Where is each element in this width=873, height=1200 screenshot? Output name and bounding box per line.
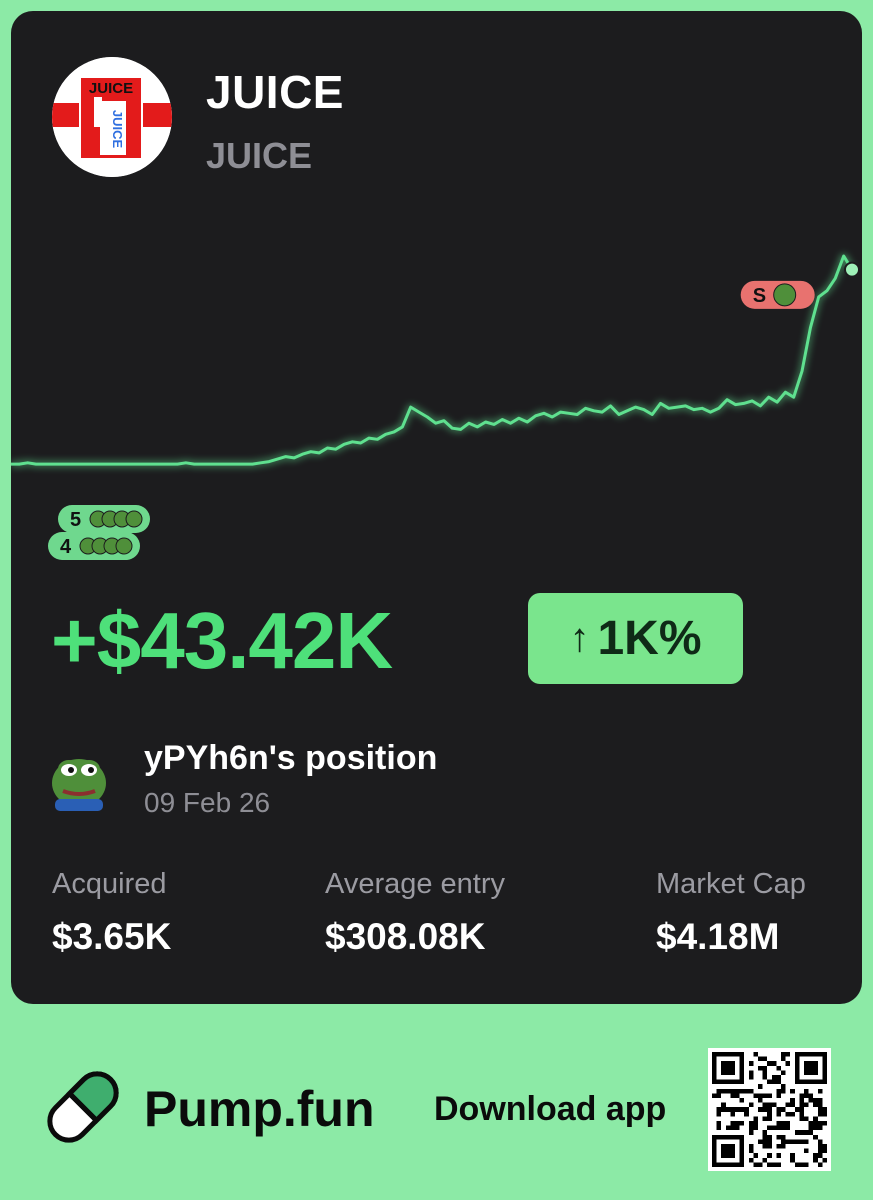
average-entry-label: Average entry: [325, 868, 506, 900]
marker-label: S: [753, 285, 766, 307]
logo-text: JUICE: [89, 80, 133, 97]
pnl-value: +$43.42K: [51, 596, 393, 685]
pnl-percent: 1K%: [597, 612, 702, 665]
buy-marker[interactable]: 4: [48, 532, 140, 560]
arrow-up-icon: ↑: [569, 616, 590, 660]
token-symbol: JUICE: [206, 135, 313, 176]
frog-face-icon: [773, 283, 797, 307]
pnl-percent-badge: ↑ 1K%: [528, 593, 743, 684]
brand-name: Pump.fun: [144, 1081, 375, 1137]
buy-marker[interactable]: 5: [58, 505, 150, 533]
pill-logo-icon: [40, 1064, 126, 1150]
qr-code[interactable]: [708, 1048, 831, 1171]
frog-face-icon: [125, 510, 143, 528]
position-owner: yPYh6n's position: [144, 739, 438, 777]
position-date: 09 Feb 26: [144, 787, 271, 818]
frog-face-icon: [115, 537, 133, 555]
sell-marker[interactable]: S: [740, 280, 815, 309]
download-app-link[interactable]: Download app: [434, 1090, 666, 1129]
price-endpoint: [844, 261, 860, 278]
frog-avatar-icon: [49, 747, 109, 811]
marker-label: 4: [60, 536, 72, 558]
market-cap-label: Market Cap: [656, 868, 806, 900]
position-card: JUICE JUICE JUICE JUICE 5 4 S +$43.42K ↑ 1…: [11, 11, 862, 1004]
price-line: [11, 254, 854, 466]
logo-carton-text: JUICE: [110, 110, 125, 149]
acquired-label: Acquired: [52, 868, 167, 900]
average-entry-value: $308.08K: [325, 916, 486, 957]
token-name: JUICE: [206, 66, 344, 118]
token-logo: JUICE JUICE: [52, 57, 172, 177]
acquired-value: $3.65K: [52, 916, 172, 957]
marker-label: 5: [70, 509, 81, 531]
price-chart: 5 4 S: [11, 254, 860, 560]
market-cap-value: $4.18M: [656, 916, 780, 957]
